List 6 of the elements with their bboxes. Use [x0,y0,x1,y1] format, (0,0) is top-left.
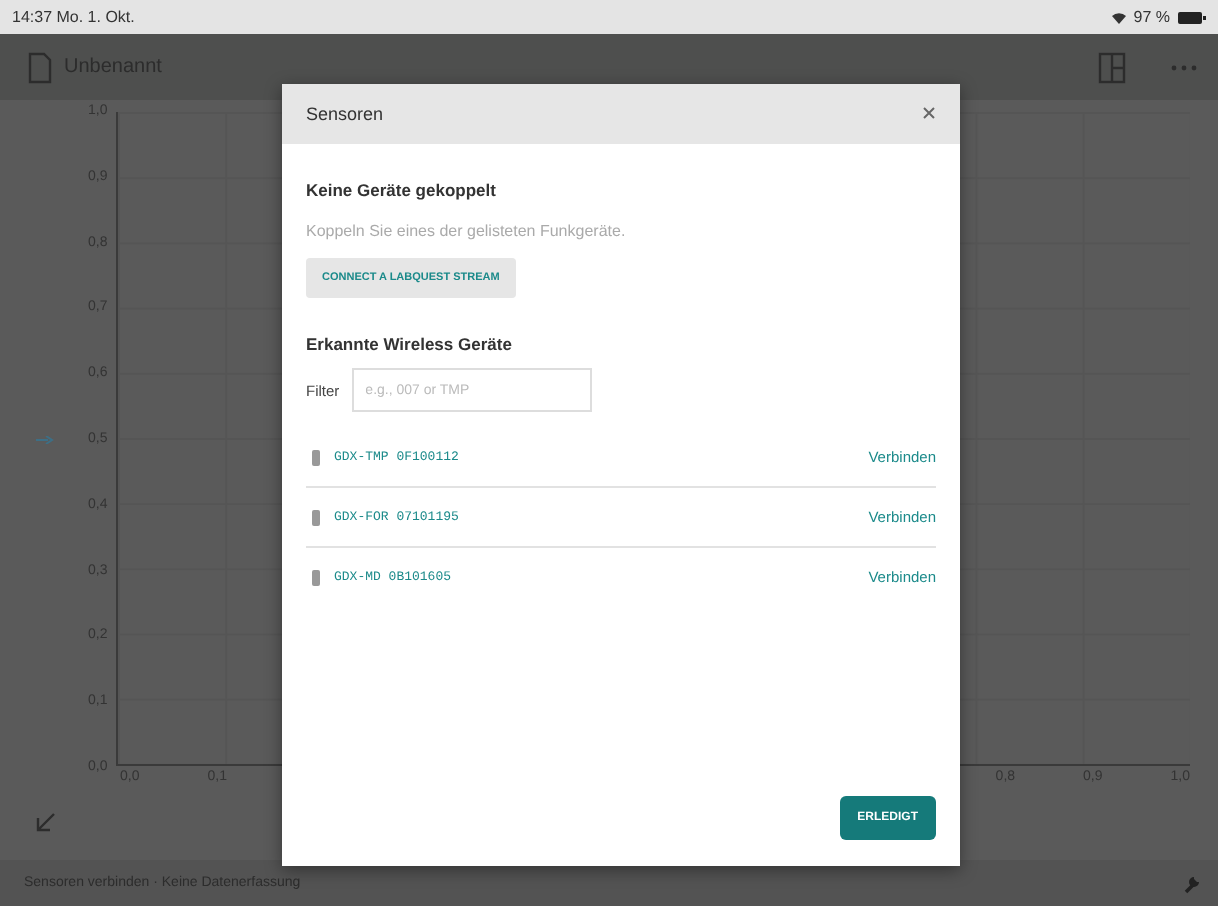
section-heading: Erkannte Wireless Geräte [306,334,514,354]
battery-percentage: 97 % [1133,8,1170,26]
status-time: 14:37 Mo. 1. Okt. [12,8,135,26]
section-heading: Keine Geräte gekoppelt [306,180,498,200]
dialog-title: Sensoren [306,104,384,124]
hint-text: Koppeln Sie eines der gelisteten Funkgeräte. [306,222,628,240]
